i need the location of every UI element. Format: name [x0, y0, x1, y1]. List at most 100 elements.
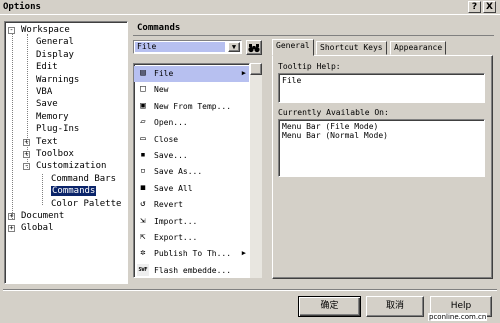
dropdown-value: File — [135, 42, 225, 52]
tree-item-label: Document — [21, 211, 65, 221]
new-from-template-icon: ▣ — [140, 100, 146, 111]
ok-button[interactable]: 确定 — [298, 296, 361, 317]
command-label: Export... — [154, 233, 198, 242]
command-item[interactable]: ▫ Save As... — [134, 164, 249, 180]
tree-item-label: Customization — [36, 161, 107, 172]
separator — [3, 289, 497, 291]
swf-icon: SWF — [137, 263, 149, 276]
close-button[interactable]: X — [483, 1, 496, 13]
command-label: Save As... — [154, 167, 203, 177]
command-item[interactable]: ⇱ Export... — [134, 230, 249, 246]
command-label: Close — [154, 134, 179, 144]
tree-item-memory[interactable]: Memory — [36, 112, 69, 122]
tree-item-display[interactable]: Display — [36, 50, 74, 60]
tree-item-text[interactable]: Text — [36, 137, 58, 147]
tree-item-plug-ins[interactable]: Plug-Ins — [36, 124, 79, 134]
options-tree[interactable]: Workspace - General Display Edit Warnings VBA S… — [4, 21, 128, 284]
collapse-icon[interactable]: - — [8, 27, 15, 34]
command-label: Import... — [154, 216, 198, 226]
tree-item-document[interactable]: Document — [21, 211, 64, 221]
save-icon: ▪ — [140, 150, 146, 160]
tree-item-label: VBA — [36, 87, 53, 97]
tree-item-label: Command Bars — [51, 173, 117, 184]
command-label: New — [154, 85, 169, 95]
cancel-button[interactable]: 取消 — [366, 296, 424, 317]
save-as-icon: ▫ — [140, 166, 146, 177]
available-on-list[interactable]: Menu Bar (File Mode) Menu Bar (Normal Mo… — [278, 119, 485, 177]
command-label: Flash embedde... — [154, 265, 232, 275]
chevron-down-icon[interactable]: ▼ — [228, 42, 240, 52]
tree-item-command-bars[interactable]: Command Bars — [51, 174, 116, 184]
section-header: Commands — [133, 21, 494, 36]
tree-item-save[interactable]: Save — [36, 99, 58, 109]
tooltip-help-field[interactable]: File — [278, 73, 485, 103]
command-item[interactable]: SWF Flash embedde... — [134, 263, 249, 277]
command-item[interactable]: ◼ Save All — [134, 181, 249, 197]
command-item[interactable]: □ New — [134, 82, 249, 98]
publish-icon: ✲ — [140, 248, 146, 259]
tree-item-label: Edit — [36, 62, 58, 73]
tree-item-warnings[interactable]: Warnings — [36, 75, 79, 85]
command-label: Open... — [154, 118, 188, 128]
tree-item-label: Save — [36, 99, 58, 110]
tree-item-vba[interactable]: VBA — [36, 87, 52, 97]
help-title-button[interactable]: ? — [468, 1, 481, 13]
command-list-scrollbar[interactable] — [250, 63, 262, 278]
command-item[interactable]: ▣ New From Temp... — [134, 99, 249, 115]
expand-icon[interactable]: + — [8, 225, 15, 233]
open-folder-icon: ▱ — [140, 117, 146, 128]
tree-item-customization[interactable]: Customization — [36, 161, 106, 171]
tab-appearance[interactable]: Appearance — [390, 41, 447, 55]
command-list[interactable]: ▤ File ▶ □ New ▣ New From Temp... ▱ Open... ▭ Clos… — [133, 63, 250, 278]
command-item[interactable]: ▱ Open... — [134, 115, 249, 131]
command-label: Revert — [154, 200, 183, 210]
command-item[interactable]: ▪ Save... — [134, 148, 249, 164]
title-bar[interactable]: Options ? X — [0, 0, 500, 15]
tree-item-general[interactable]: General — [36, 37, 74, 47]
tree-item-label: General — [36, 37, 74, 48]
tree-item-workspace[interactable]: Workspace — [21, 25, 70, 35]
command-label: Save All — [154, 183, 193, 193]
tree-item-edit[interactable]: Edit — [36, 62, 58, 72]
category-dropdown[interactable]: File ▼ — [133, 40, 242, 54]
watermark: pconline.com.cn — [428, 313, 488, 321]
tree-item-label: Warnings — [36, 74, 80, 85]
tree-item-label: Global — [21, 223, 54, 234]
tree-item-label: Toolbox — [36, 149, 74, 159]
tree-item-label: Text — [36, 136, 58, 147]
find-button[interactable] — [246, 40, 262, 55]
revert-icon: ↺ — [140, 199, 146, 210]
tree-item-toolbox[interactable]: Toolbox — [36, 149, 74, 159]
save-all-icon: ◼ — [140, 182, 146, 193]
command-item[interactable]: ↺ Revert — [134, 197, 249, 213]
command-item[interactable]: ⇲ Import... — [134, 214, 249, 230]
submenu-arrow-icon: ▶ — [241, 249, 246, 258]
command-item[interactable]: ▤ File ▶ — [134, 66, 249, 82]
tree-item-global[interactable]: Global — [21, 223, 54, 233]
scroll-up-arrow[interactable] — [250, 63, 262, 75]
close-document-icon: ▭ — [140, 133, 146, 144]
tree-item-label: Commands — [51, 186, 97, 197]
tree-item-label: Workspace — [21, 25, 70, 35]
tree-item-color-palette[interactable]: Color Palette — [51, 199, 121, 209]
tree-connector — [12, 34, 13, 219]
file-icon: ▤ — [140, 68, 146, 78]
tree-item-label: Plug-Ins — [36, 124, 80, 135]
available-on-label: Currently Available On: — [278, 108, 389, 117]
tab-panel-general: Tooltip Help: File Currently Available O… — [272, 55, 493, 279]
tooltip-help-label: Tooltip Help: — [278, 62, 341, 71]
tree-connector — [42, 174, 43, 205]
command-label: File — [154, 69, 174, 78]
binoculars-icon — [248, 44, 260, 53]
command-label: Publish To Th... — [154, 249, 232, 259]
window-title: Options — [3, 2, 41, 12]
tree-item-label: Memory — [36, 111, 69, 122]
tab-shortcut-keys[interactable]: Shortcut Keys — [316, 41, 387, 55]
command-item[interactable]: ✲ Publish To Th... ▶ — [134, 246, 249, 262]
import-icon: ⇲ — [140, 215, 146, 226]
new-document-icon: □ — [140, 84, 146, 95]
tab-general[interactable]: General — [272, 39, 314, 56]
command-item[interactable]: ▭ Close — [134, 132, 249, 148]
tree-item-label: Color Palette — [51, 198, 122, 209]
tree-item-commands[interactable]: Commands — [51, 186, 97, 197]
